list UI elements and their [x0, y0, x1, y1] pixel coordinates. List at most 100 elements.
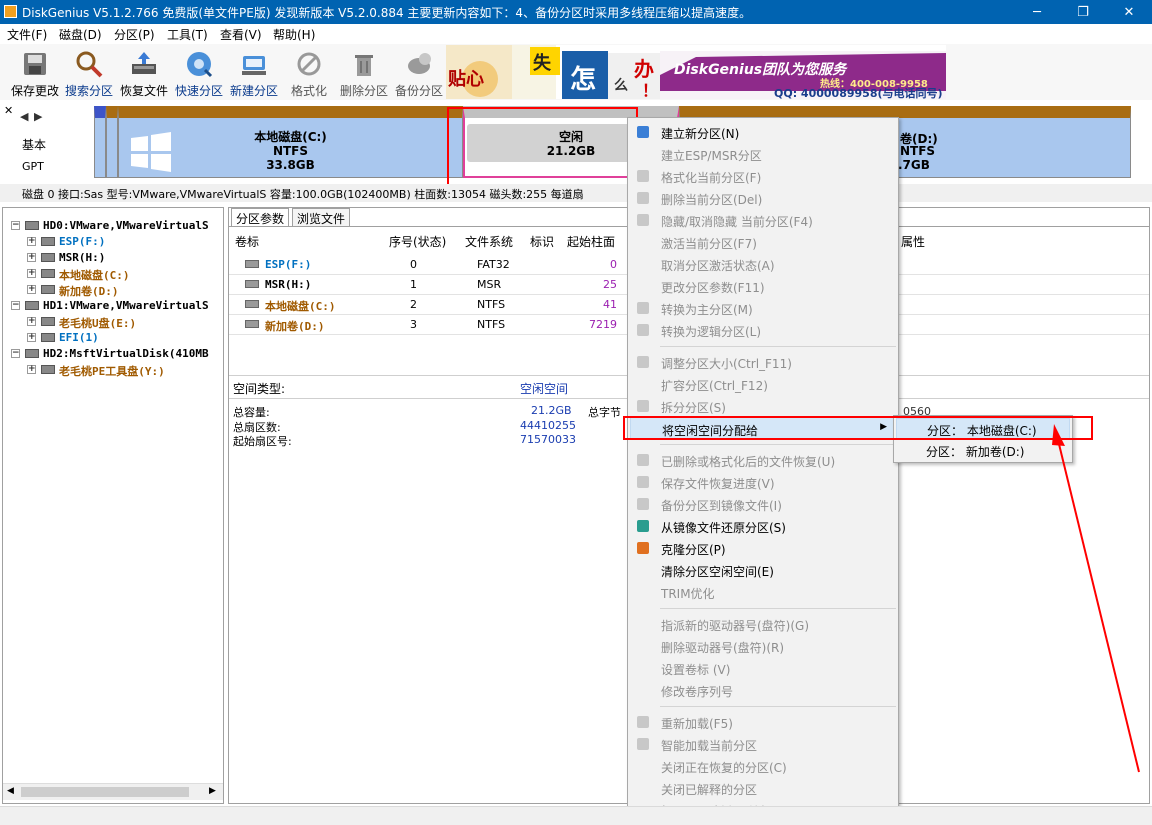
tree-partition-node[interactable]: + EFI(1)	[3, 330, 223, 346]
scroll-thumb[interactable]	[21, 787, 189, 797]
expand-icon[interactable]: +	[27, 317, 36, 326]
context-menu-item[interactable]: 转换为主分区(M)	[630, 297, 896, 319]
maximize-button[interactable]: ❐	[1060, 0, 1106, 24]
col-start-cylinder[interactable]: 起始柱面	[567, 233, 615, 250]
expand-icon[interactable]: +	[27, 333, 36, 342]
context-menu-item[interactable]: 建立ESP/MSR分区	[630, 143, 896, 165]
tree-partition-node[interactable]: + 老毛桃PE工具盘(Y:)	[3, 362, 223, 378]
segment-c-name: 本地磁盘(C:)	[254, 130, 327, 144]
context-menu-item[interactable]: 备份分区到镜像文件(I)	[630, 493, 896, 515]
context-menu-item[interactable]: 隐藏/取消隐藏 当前分区(F4)	[630, 209, 896, 231]
context-menu-item[interactable]: 克隆分区(P)	[630, 537, 896, 559]
collapse-icon[interactable]: −	[11, 349, 20, 358]
context-menu-item[interactable]: 保存文件恢复进度(V)	[630, 471, 896, 493]
tree-disk-node[interactable]: − HD0:VMware,VMwareVirtualS	[3, 218, 223, 234]
quick-partition-button[interactable]: 快速分区	[172, 46, 226, 98]
expand-icon[interactable]: +	[27, 269, 36, 278]
prev-disk-arrow-icon[interactable]: ◀	[20, 110, 28, 123]
new-partition-button[interactable]: 新建分区	[227, 46, 281, 98]
save-changes-button[interactable]: 保存更改	[8, 46, 62, 98]
close-small-icon[interactable]: ✕	[4, 104, 13, 117]
expand-icon[interactable]: +	[27, 365, 36, 374]
context-menu-item[interactable]: 拆分分区(S)	[630, 395, 896, 417]
segment-esp[interactable]	[94, 106, 106, 178]
context-menu-item[interactable]: 修改卷序列号	[630, 679, 896, 701]
partition-icon	[41, 333, 55, 342]
recover-files-button[interactable]: 恢复文件	[117, 46, 171, 98]
delete-partition-button[interactable]: 删除分区	[337, 46, 391, 98]
context-menu-item[interactable]: 智能加载当前分区	[630, 733, 896, 755]
context-menu-item-label: 调整分区大小(Ctrl_F11)	[661, 357, 792, 371]
tab-browse-files[interactable]: 浏览文件	[292, 208, 351, 226]
tree-partition-node[interactable]: + 本地磁盘(C:)	[3, 266, 223, 282]
tree-disk-node[interactable]: − HD1:VMware,VMwareVirtualS	[3, 298, 223, 314]
menu-tools[interactable]: 工具(T)	[167, 26, 208, 43]
search-partition-button[interactable]: 搜索分区	[62, 46, 116, 98]
context-menu-item[interactable]: 已删除或格式化后的文件恢复(U)	[630, 449, 896, 471]
context-menu-item[interactable]: 重新加载(F5)	[630, 711, 896, 733]
total-capacity-value: 21.2GB	[531, 404, 572, 417]
segment-msr[interactable]	[106, 106, 118, 178]
collapse-icon[interactable]: −	[11, 221, 20, 230]
tab-partition-params[interactable]: 分区参数	[231, 208, 290, 226]
context-menu-item-label: 删除驱动器号(盘符)(R)	[661, 641, 785, 655]
tree-disk-node[interactable]: − HD2:MsftVirtualDisk(410MB	[3, 346, 223, 362]
expand-icon[interactable]: +	[27, 253, 36, 262]
context-menu-item[interactable]: 删除驱动器号(盘符)(R)	[630, 635, 896, 657]
col-index[interactable]: 序号(状态)	[389, 233, 446, 250]
menu-partition[interactable]: 分区(P)	[114, 26, 155, 43]
menu-file[interactable]: 文件(F)	[7, 26, 47, 43]
tree-partition-node[interactable]: + 老毛桃U盘(E:)	[3, 314, 223, 330]
context-menu-item[interactable]: TRIM优化	[630, 581, 896, 603]
col-volume[interactable]: 卷标	[235, 233, 259, 250]
menu-disk[interactable]: 磁盘(D)	[59, 26, 102, 43]
context-menu-item[interactable]: 删除当前分区(Del)	[630, 187, 896, 209]
format-button[interactable]: 格式化	[282, 46, 336, 98]
menu-view[interactable]: 查看(V)	[220, 26, 262, 43]
tree-node-label: HD2:MsftVirtualDisk(410MB	[43, 347, 209, 360]
collapse-icon[interactable]: −	[11, 301, 20, 310]
minimize-button[interactable]: ─	[1014, 0, 1060, 24]
context-menu-item-label: 激活当前分区(F7)	[661, 237, 757, 251]
partition-icon	[41, 253, 55, 262]
segment-c[interactable]: 本地磁盘(C:) NTFS 33.8GB	[118, 106, 463, 178]
scroll-left-icon[interactable]: ◀	[7, 786, 14, 796]
context-menu-item[interactable]: 关闭已解释的分区	[630, 777, 896, 799]
expand-icon[interactable]: +	[27, 237, 36, 246]
context-menu-item[interactable]: 更改分区参数(F11)	[630, 275, 896, 297]
col-id[interactable]: 标识	[530, 233, 554, 250]
context-menu-item[interactable]: 关闭正在恢复的分区(C)	[630, 755, 896, 777]
tree-hscrollbar[interactable]: ◀ ▶	[3, 783, 223, 800]
row-start-cylinder: 41	[603, 298, 617, 311]
context-menu-item[interactable]: 指派新的驱动器号(盘符)(G)	[630, 613, 896, 635]
context-menu-item[interactable]: 从镜像文件还原分区(S)	[630, 515, 896, 537]
ad-banner[interactable]: 贴心 失 怎 么 办 ！ DiskGenius团队为您服务 热线：400-008…	[446, 45, 946, 99]
context-menu-item[interactable]: 转换为逻辑分区(L)	[630, 319, 896, 341]
context-menu-item[interactable]: 激活当前分区(F7)	[630, 231, 896, 253]
context-menu-item[interactable]: 格式化当前分区(F)	[630, 165, 896, 187]
backup-partition-button[interactable]: 备份分区	[392, 46, 446, 98]
row-filesystem: MSR	[477, 278, 502, 291]
segment-c-fs: NTFS	[272, 144, 309, 158]
close-button[interactable]: ✕	[1106, 0, 1152, 24]
new-partition-icon	[637, 126, 649, 138]
col-attributes[interactable]: 属性	[901, 233, 925, 250]
context-menu-item-label: 克隆分区(P)	[661, 543, 726, 557]
context-menu-item[interactable]: 取消分区激活状态(A)	[630, 253, 896, 275]
expand-icon[interactable]: +	[27, 285, 36, 294]
context-menu: 建立新分区(N) 建立ESP/MSR分区 格式化当前分区(F) 删除当前分区(Del)…	[627, 117, 899, 823]
context-menu-item[interactable]: 扩容分区(Ctrl_F12)	[630, 373, 896, 395]
context-menu-item[interactable]: 调整分区大小(Ctrl_F11)	[630, 351, 896, 373]
menu-help[interactable]: 帮助(H)	[273, 26, 315, 43]
partition-icon	[41, 365, 55, 374]
scroll-right-icon[interactable]: ▶	[209, 786, 216, 796]
next-disk-arrow-icon[interactable]: ▶	[34, 110, 42, 123]
disk-type-label: 基本	[22, 138, 47, 152]
tree-partition-node[interactable]: + ESP(F:)	[3, 234, 223, 250]
tree-partition-node[interactable]: + MSR(H:)	[3, 250, 223, 266]
context-menu-item[interactable]: 设置卷标 (V)	[630, 657, 896, 679]
tree-partition-node[interactable]: + 新加卷(D:)	[3, 282, 223, 298]
context-menu-item[interactable]: 清除分区空闲空间(E)	[630, 559, 896, 581]
context-menu-item[interactable]: 建立新分区(N)	[630, 121, 896, 143]
col-filesystem[interactable]: 文件系统	[465, 233, 513, 250]
